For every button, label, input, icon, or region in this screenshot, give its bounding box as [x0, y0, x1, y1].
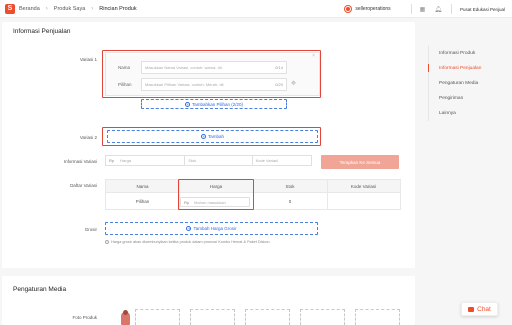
row-stock-cell: 0: [288, 198, 292, 204]
media-card: Pengaturan Media Foto Produk: [2, 276, 415, 325]
sales-info-card: Informasi Penjualan Variasi 1 × Nama Mas…: [2, 22, 415, 268]
photo-slot[interactable]: [300, 309, 345, 325]
divider: [450, 4, 452, 14]
breadcrumb-separator-icon: ›: [91, 5, 94, 12]
row-name-cell: Pilihan: [135, 198, 150, 204]
sku-input[interactable]: Kode Variasi: [253, 156, 311, 165]
wholesale-note: Harga grosir akan disembunyikan ketika p…: [105, 240, 271, 244]
photo-figure-head: [123, 310, 128, 315]
wholesale-note-text: Harga grosir akan disembunyikan ketika p…: [111, 240, 271, 244]
highlight-price-column: [178, 179, 254, 210]
divider: [410, 4, 412, 14]
plus-circle-icon: +: [186, 226, 192, 231]
photo-slot[interactable]: [135, 309, 180, 325]
variation-info-label: Informasi Variasi: [63, 159, 97, 164]
price-placeholder: Harga: [120, 158, 132, 163]
breadcrumb-my-products[interactable]: Produk Saya: [54, 6, 86, 12]
breadcrumb-product-details: Rincian Produk: [99, 5, 137, 12]
breadcrumb-separator-icon: ›: [45, 5, 48, 12]
column-header-stock: Stok: [285, 184, 295, 189]
sku-placeholder: Kode Variasi: [255, 158, 278, 163]
stock-input[interactable]: Stok: [185, 156, 253, 165]
row-sku-cell[interactable]: [327, 193, 400, 209]
apply-to-all-button[interactable]: Terapkan Ke Semua: [321, 155, 399, 169]
chat-label: Chat: [477, 305, 491, 313]
bell-icon[interactable]: 🔔︎: [434, 6, 442, 13]
price-input[interactable]: Rp Harga: [106, 156, 186, 165]
nav-item-shipping[interactable]: Pengiriman: [429, 91, 481, 106]
stock-placeholder: Stok: [188, 158, 197, 163]
wholesale-label: Grosir: [84, 227, 97, 232]
top-bar-right: selleroperations ▦ 🔔︎ Pusat Edukasi Penj…: [344, 0, 512, 18]
add-option-label: Tambahkan Pilihan (2/20): [191, 101, 244, 107]
product-photo-label: Foto Produk: [72, 315, 97, 320]
top-bar: S Beranda › Produk Saya › Rincian Produk…: [0, 0, 512, 18]
column-header-sku: Kode Variasi: [350, 184, 377, 189]
highlight-variation1: [102, 50, 321, 98]
help-center-link[interactable]: Pusat Edukasi Penjual: [460, 7, 505, 12]
product-photo-thumbnail[interactable]: [118, 310, 133, 325]
add-option-button[interactable]: + Tambahkan Pilihan (2/20): [141, 99, 287, 109]
photo-slot[interactable]: [190, 309, 235, 325]
seller-avatar-icon[interactable]: [344, 5, 353, 13]
variation1-label: Variasi 1: [79, 57, 97, 62]
breadcrumb-home[interactable]: Beranda: [19, 6, 40, 12]
sales-info-title: Informasi Penjualan: [13, 28, 71, 35]
chat-icon: [468, 306, 475, 312]
add-wholesale-button[interactable]: + Tambah Harga Grosir: [105, 222, 318, 235]
grid-icon[interactable]: ▦: [420, 6, 426, 13]
photo-slot[interactable]: [245, 309, 290, 325]
plus-circle-icon: +: [184, 101, 190, 107]
nav-item-others[interactable]: Lainnya: [429, 106, 481, 121]
media-title: Pengaturan Media: [13, 286, 67, 293]
column-header-name: Nama: [136, 184, 149, 189]
nav-item-sales-info[interactable]: Informasi Penjualan: [427, 61, 481, 76]
nav-item-product-info[interactable]: Informasi Produk: [429, 46, 481, 61]
photo-slot[interactable]: [355, 309, 400, 325]
section-nav: Informasi Produk Informasi Penjualan Pen…: [427, 46, 481, 121]
variation2-label: Variasi 2: [79, 135, 97, 140]
shopee-logo-icon[interactable]: S: [5, 3, 15, 14]
variation-list-label: Daftar Variasi: [70, 183, 97, 188]
currency-label: Rp: [109, 158, 115, 163]
info-icon: [105, 240, 109, 244]
chat-button[interactable]: Chat: [461, 302, 498, 316]
add-wholesale-label: Tambah Harga Grosir: [193, 226, 237, 231]
nav-item-media[interactable]: Pengaturan Media: [429, 76, 481, 91]
highlight-variation2: [102, 127, 321, 146]
seller-name[interactable]: selleroperations: [355, 6, 390, 12]
variation-info-inputs: Rp Harga Stok Kode Variasi: [105, 155, 312, 166]
